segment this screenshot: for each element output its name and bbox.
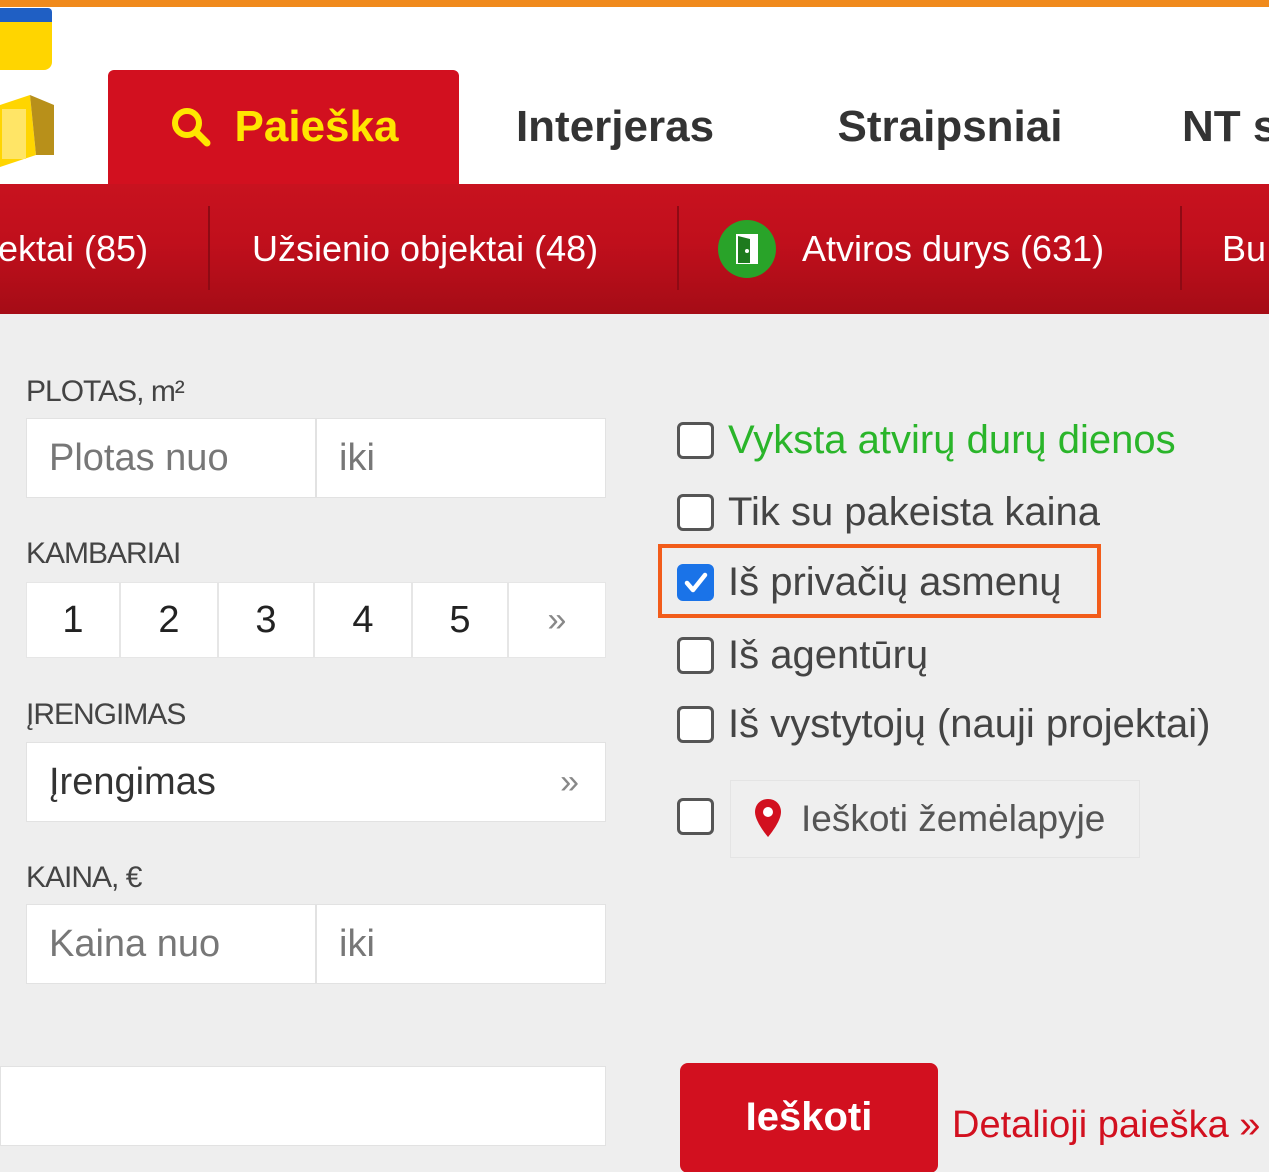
map-search-checkbox[interactable] — [677, 798, 714, 835]
filter-developers-checkbox[interactable] — [677, 706, 714, 743]
search-button-label: Ieškoti — [745, 1095, 873, 1139]
rooms-option-1[interactable]: 1 — [26, 582, 120, 658]
filter-developers-label: Iš vystytojų (nauji projektai) — [728, 702, 1211, 746]
selection-highlight — [658, 544, 1101, 618]
rooms-option-2[interactable]: 2 — [120, 582, 218, 658]
equipment-select-value: Įrengimas — [49, 760, 216, 803]
top-accent-bar — [0, 0, 1269, 7]
chevron-right-icon: » — [547, 600, 567, 639]
search-icon — [171, 108, 211, 147]
detailed-search-link[interactable]: Detalioji paieška » — [952, 1104, 1260, 1147]
chevron-right-icon: » — [560, 762, 579, 801]
rooms-option-5[interactable]: 5 — [412, 582, 508, 658]
map-search-label: Ieškoti žemėlapyje — [801, 798, 1106, 839]
filter-changed-price-label: Tik su pakeista kaina — [728, 490, 1101, 534]
rooms-option-label: 3 — [255, 598, 277, 641]
subnav-item-more[interactable]: Bu — [1222, 184, 1266, 314]
logo-book-icon — [0, 95, 54, 167]
subnav-divider — [677, 206, 679, 290]
tab-straipsniai-label: Straipsniai — [837, 102, 1063, 151]
filter-agencies[interactable]: Iš agentūrų — [677, 633, 928, 678]
filter-open-doors-checkbox[interactable] — [677, 422, 714, 459]
rooms-option-3[interactable]: 3 — [218, 582, 314, 658]
map-search-button[interactable]: Ieškoti žemėlapyje — [730, 780, 1140, 858]
logo-yellow-part — [0, 22, 52, 70]
rooms-label: KAMBARIAI — [26, 537, 181, 570]
door-icon — [718, 220, 776, 278]
price-to-input[interactable]: iki — [316, 904, 606, 984]
filter-changed-price[interactable]: Tik su pakeista kaina — [677, 490, 1100, 535]
subnav-item-projects[interactable]: ektai (85) — [0, 184, 148, 314]
rooms-option-label: 5 — [449, 598, 471, 641]
area-from-placeholder: Plotas nuo — [49, 436, 229, 479]
subnav-item-open-doors-label: Atviros durys (631) — [802, 228, 1105, 269]
area-from-input[interactable]: Plotas nuo — [26, 418, 316, 498]
subnav-item-more-label: Bu — [1222, 228, 1267, 269]
tab-interjeras-label: Interjeras — [515, 102, 715, 151]
filter-open-doors-label: Vyksta atvirų durų dienos — [728, 418, 1176, 462]
map-pin-icon — [755, 799, 781, 837]
subnav-item-projects-label: ektai (85) — [0, 228, 149, 269]
tab-interjeras[interactable]: Interjeras — [480, 70, 750, 184]
rooms-option-4[interactable]: 4 — [314, 582, 412, 658]
subnav-item-foreign-label: Užsienio objektai (48) — [252, 228, 599, 269]
rooms-option-label: 1 — [62, 598, 84, 641]
subnav-item-open-doors[interactable]: Atviros durys (631) — [718, 184, 1104, 314]
subnav-item-foreign[interactable]: Užsienio objektai (48) — [252, 184, 598, 314]
map-search-toggle[interactable] — [677, 798, 728, 835]
price-label: KAINA, € — [26, 861, 142, 894]
price-from-input[interactable]: Kaina nuo — [26, 904, 316, 984]
price-from-placeholder: Kaina nuo — [49, 922, 221, 965]
tab-nt-services-label: NT s — [1182, 102, 1269, 151]
rooms-option-label: 2 — [158, 598, 180, 641]
filter-agencies-label: Iš agentūrų — [728, 633, 929, 677]
area-label: PLOTAS, m² — [26, 375, 185, 408]
equipment-select[interactable]: Įrengimas » — [26, 742, 606, 822]
filter-agencies-checkbox[interactable] — [677, 637, 714, 674]
subnav-divider — [1180, 206, 1182, 290]
filter-open-doors[interactable]: Vyksta atvirų durų dienos — [677, 418, 1176, 463]
area-to-placeholder: iki — [339, 436, 375, 479]
subnav: ektai (85) Užsienio objektai (48) Atviro… — [0, 184, 1269, 314]
keyword-input[interactable] — [0, 1066, 606, 1146]
filter-changed-price-checkbox[interactable] — [677, 494, 714, 531]
rooms-option-label: 4 — [352, 598, 374, 641]
rooms-more-button[interactable]: » — [508, 582, 606, 658]
tab-search[interactable]: Paieška — [108, 70, 459, 184]
logo-blue-part — [0, 8, 52, 22]
search-button[interactable]: Ieškoti — [680, 1063, 938, 1172]
tab-nt-services[interactable]: NT s — [1150, 70, 1269, 184]
tab-search-label: Paieška — [234, 102, 399, 151]
subnav-divider — [208, 206, 210, 290]
price-to-placeholder: iki — [339, 922, 375, 965]
equipment-label: ĮRENGIMAS — [26, 698, 186, 731]
area-to-input[interactable]: iki — [316, 418, 606, 498]
filter-developers[interactable]: Iš vystytojų (nauji projektai) — [677, 702, 1210, 747]
tab-straipsniai[interactable]: Straipsniai — [790, 70, 1110, 184]
